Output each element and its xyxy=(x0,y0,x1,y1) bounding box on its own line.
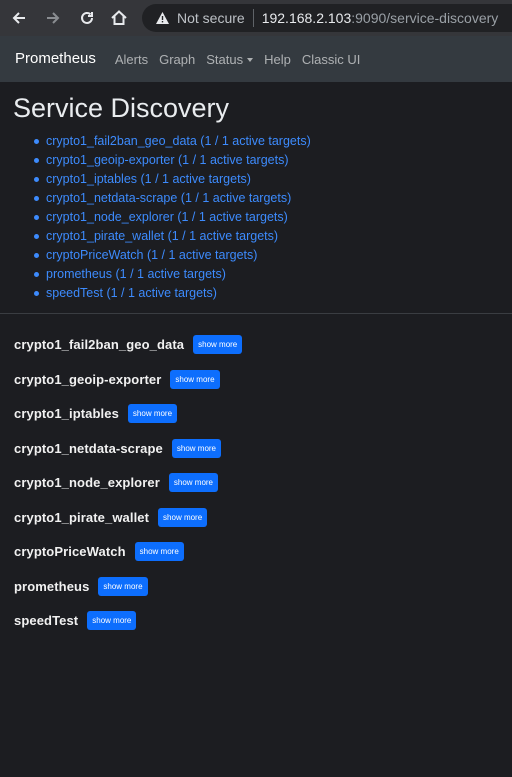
nav-classic-ui[interactable]: Classic UI xyxy=(302,52,361,67)
target-link[interactable]: crypto1_fail2ban_geo_data (1 / 1 active … xyxy=(46,134,311,148)
show-more-button[interactable]: show more xyxy=(98,577,148,596)
nav-alerts[interactable]: Alerts xyxy=(115,52,148,67)
nav-graph[interactable]: Graph xyxy=(159,52,195,67)
show-more-button[interactable]: show more xyxy=(158,508,208,527)
show-more-button[interactable]: show more xyxy=(127,404,178,423)
target-link[interactable]: prometheus (1 / 1 active targets) xyxy=(46,267,226,281)
target-link[interactable]: crypto1_netdata-scrape (1 / 1 active tar… xyxy=(46,191,291,205)
job-title: crypto1_geoip-exporter xyxy=(14,372,162,387)
job-row: speedTest show more xyxy=(14,611,137,630)
list-item: crypto1_node_explorer (1 / 1 active targ… xyxy=(34,208,311,227)
warning-icon[interactable] xyxy=(154,10,170,26)
url-host[interactable]: 192.168.2.103 xyxy=(262,10,352,26)
forward-icon[interactable] xyxy=(42,7,64,29)
address-bar[interactable]: Not secure 192.168.2.103:9090/service-di… xyxy=(142,4,512,32)
target-list: crypto1_fail2ban_geo_data (1 / 1 active … xyxy=(34,132,311,303)
job-row: crypto1_geoip-exporter show more xyxy=(14,370,220,389)
show-more-button[interactable]: show more xyxy=(193,335,243,354)
job-title: crypto1_fail2ban_geo_data xyxy=(14,337,185,352)
show-more-button[interactable]: show more xyxy=(168,473,218,492)
url-path[interactable]: :9090/service-discovery xyxy=(351,10,498,26)
brand-link[interactable]: Prometheus xyxy=(15,50,96,67)
back-icon[interactable] xyxy=(8,7,30,29)
list-item: crypto1_netdata-scrape (1 / 1 active tar… xyxy=(34,189,311,208)
job-title: crypto1_pirate_wallet xyxy=(14,510,150,525)
show-more-button[interactable]: show more xyxy=(134,542,184,561)
target-link[interactable]: crypto1_geoip-exporter (1 / 1 active tar… xyxy=(46,153,288,167)
show-more-button[interactable]: show more xyxy=(171,439,221,458)
job-row: cryptoPriceWatch show more xyxy=(14,542,184,561)
job-title: crypto1_netdata-scrape xyxy=(14,441,163,456)
job-title: crypto1_iptables xyxy=(14,406,119,421)
list-item: crypto1_iptables (1 / 1 active targets) xyxy=(34,170,311,189)
job-title: speedTest xyxy=(14,613,79,628)
job-row: crypto1_node_explorer show more xyxy=(14,473,218,492)
app-navbar: Prometheus Alerts Graph Status Help Clas… xyxy=(0,36,512,82)
job-title: crypto1_node_explorer xyxy=(14,475,160,490)
list-item: prometheus (1 / 1 active targets) xyxy=(34,265,311,284)
target-link[interactable]: crypto1_pirate_wallet (1 / 1 active targ… xyxy=(46,229,278,243)
page-title: Service Discovery xyxy=(13,93,230,123)
home-icon[interactable] xyxy=(108,7,130,29)
job-row: prometheus show more xyxy=(14,577,148,596)
show-more-button[interactable]: show more xyxy=(87,611,137,630)
job-title: cryptoPriceWatch xyxy=(14,544,126,559)
job-row: crypto1_fail2ban_geo_data show more xyxy=(14,335,243,354)
security-label[interactable]: Not secure xyxy=(177,10,245,26)
browser-toolbar: Not secure 192.168.2.103:9090/service-di… xyxy=(0,0,512,36)
show-more-button[interactable]: show more xyxy=(170,370,220,389)
target-link[interactable]: speedTest (1 / 1 active targets) xyxy=(46,286,217,300)
job-title: prometheus xyxy=(14,579,90,594)
nav-status-dropdown[interactable]: Status xyxy=(206,52,253,67)
job-row: crypto1_iptables show more xyxy=(14,404,178,423)
list-item: speedTest (1 / 1 active targets) xyxy=(34,284,311,303)
list-item: crypto1_fail2ban_geo_data (1 / 1 active … xyxy=(34,132,311,151)
list-item: crypto1_pirate_wallet (1 / 1 active targ… xyxy=(34,227,311,246)
target-link[interactable]: crypto1_iptables (1 / 1 active targets) xyxy=(46,172,251,186)
target-link[interactable]: crypto1_node_explorer (1 / 1 active targ… xyxy=(46,210,288,224)
section-divider xyxy=(0,313,512,314)
job-row: crypto1_pirate_wallet show more xyxy=(14,508,208,527)
list-item: crypto1_geoip-exporter (1 / 1 active tar… xyxy=(34,151,311,170)
nav-help[interactable]: Help xyxy=(264,52,291,67)
job-row: crypto1_netdata-scrape show more xyxy=(14,439,221,458)
reload-icon[interactable] xyxy=(76,7,98,29)
url-separator xyxy=(252,9,254,27)
target-link[interactable]: cryptoPriceWatch (1 / 1 active targets) xyxy=(46,248,257,262)
main-content: Service Discovery crypto1_fail2ban_geo_d… xyxy=(0,82,512,777)
list-item: cryptoPriceWatch (1 / 1 active targets) xyxy=(34,246,311,265)
